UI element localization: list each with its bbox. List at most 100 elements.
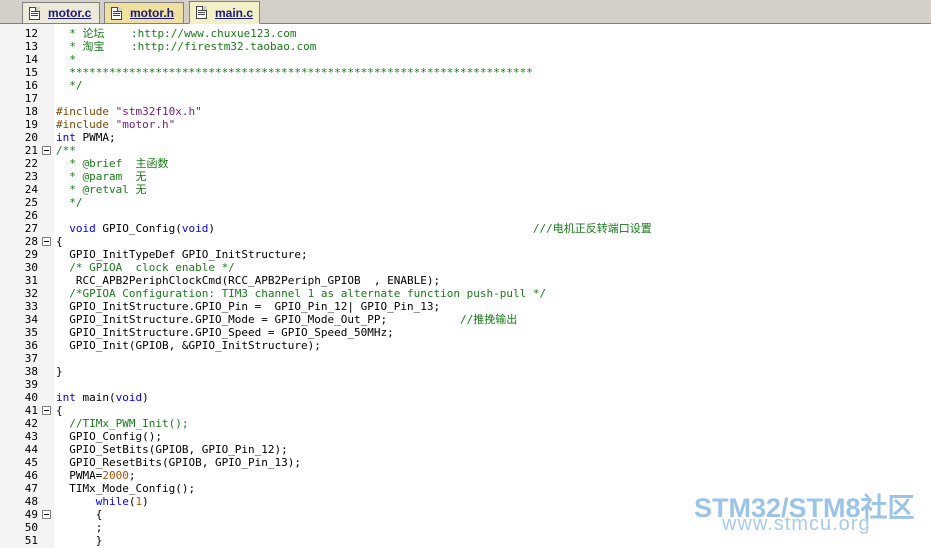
code-text: * 论坛 :http://www.chuxue123.com bbox=[56, 27, 296, 40]
code-text: //TIMx_PWM_Init(); bbox=[56, 417, 188, 430]
code-token: GPIO_Init(GPIOB, &GPIO_InitStructure); bbox=[56, 339, 321, 352]
line-number: 29 bbox=[24, 248, 38, 261]
code-line[interactable]: 15 *************************************… bbox=[0, 66, 931, 79]
code-text: * @brief 主函数 bbox=[56, 157, 168, 170]
code-text: */ bbox=[56, 79, 82, 92]
line-number: 16 bbox=[24, 79, 38, 92]
code-line[interactable]: 19 #include "motor.h" bbox=[0, 118, 931, 131]
code-line[interactable]: 13 * 淘宝 :http://firestm32.taobao.com bbox=[0, 40, 931, 53]
code-token: 2000 bbox=[102, 469, 129, 482]
code-line[interactable]: 12 * 论坛 :http://www.chuxue123.com bbox=[0, 27, 931, 40]
code-line[interactable]: 46 PWMA=2000; bbox=[0, 469, 931, 482]
code-line[interactable]: 36 GPIO_Init(GPIOB, &GPIO_InitStructure)… bbox=[0, 339, 931, 352]
line-number: 43 bbox=[24, 430, 38, 443]
code-token: GPIO_ResetBits(GPIOB, GPIO_Pin_13); bbox=[56, 456, 302, 469]
fold-toggle-icon[interactable] bbox=[42, 406, 51, 415]
code-line[interactable]: 21 /** bbox=[0, 144, 931, 157]
code-line[interactable]: 44 GPIO_SetBits(GPIOB, GPIO_Pin_12); bbox=[0, 443, 931, 456]
code-token: ; bbox=[56, 521, 103, 534]
code-line[interactable]: 22 * @brief 主函数 bbox=[0, 157, 931, 170]
line-number: 42 bbox=[24, 417, 38, 430]
code-line[interactable]: 24 * @retval 无 bbox=[0, 183, 931, 196]
code-token: "stm32f10x.h" bbox=[115, 105, 202, 118]
code-line[interactable]: 20 int PWMA; bbox=[0, 131, 931, 144]
code-line[interactable]: 45 GPIO_ResetBits(GPIOB, GPIO_Pin_13); bbox=[0, 456, 931, 469]
fold-toggle-icon[interactable] bbox=[42, 237, 51, 246]
code-line[interactable]: 37 bbox=[0, 352, 931, 365]
code-token: * bbox=[56, 53, 76, 66]
code-text: /** bbox=[56, 144, 76, 157]
code-text: GPIO_InitStructure.GPIO_Speed = GPIO_Spe… bbox=[56, 326, 394, 339]
line-number: 51 bbox=[24, 534, 38, 547]
code-editor[interactable]: 12 * 论坛 :http://www.chuxue123.com 13 * 淘宝… bbox=[0, 24, 931, 548]
code-token: void bbox=[181, 222, 209, 235]
code-line[interactable]: 33 GPIO_InitStructure.GPIO_Pin = GPIO_Pi… bbox=[0, 300, 931, 313]
code-line[interactable]: 17 bbox=[0, 92, 931, 105]
code-text: PWMA=2000; bbox=[56, 469, 135, 482]
code-text: GPIO_ResetBits(GPIOB, GPIO_Pin_13); bbox=[56, 456, 301, 469]
h-file-icon bbox=[111, 6, 122, 20]
code-token: TIMx_Mode_Config(); bbox=[56, 482, 196, 495]
c-file-icon bbox=[196, 6, 207, 19]
code-token: * 淘宝 :http://firestm32.taobao.com bbox=[56, 40, 317, 53]
code-line[interactable]: 18 #include "stm32f10x.h" bbox=[0, 105, 931, 118]
line-number: 25 bbox=[24, 196, 38, 209]
line-number: 33 bbox=[24, 300, 38, 313]
code-line[interactable]: 38} bbox=[0, 365, 931, 378]
code-line[interactable]: 43 GPIO_Config(); bbox=[0, 430, 931, 443]
code-token: ///电机正反转端口设置 bbox=[532, 222, 652, 235]
code-line[interactable]: 27 void GPIO_Config(void) ///电机正反转端口设置 bbox=[0, 222, 931, 235]
code-line[interactable]: 23 * @param 无 bbox=[0, 170, 931, 183]
tab-motor-c[interactable]: motor.c bbox=[22, 2, 100, 23]
editor-tab-bar: motor.c motor.h main.c bbox=[0, 0, 931, 24]
code-line[interactable]: 26 bbox=[0, 209, 931, 222]
code-line[interactable]: 32 /*GPIOA Configuration: TIM3 channel 1… bbox=[0, 287, 931, 300]
code-text: ; bbox=[56, 521, 103, 534]
code-line[interactable]: 29 GPIO_InitTypeDef GPIO_InitStructure; bbox=[0, 248, 931, 261]
code-token: void bbox=[115, 391, 143, 404]
code-token: GPIO_InitStructure.GPIO_Speed = GPIO_Spe… bbox=[56, 326, 394, 339]
code-line[interactable]: 35 GPIO_InitStructure.GPIO_Speed = GPIO_… bbox=[0, 326, 931, 339]
code-line[interactable]: 40 int main(void) bbox=[0, 391, 931, 404]
code-text: int PWMA; bbox=[56, 131, 116, 144]
fold-toggle-icon[interactable] bbox=[42, 510, 51, 519]
code-line[interactable]: 31 RCC_APB2PeriphClockCmd(RCC_APB2Periph… bbox=[0, 274, 931, 287]
tab-motor-h[interactable]: motor.h bbox=[104, 2, 184, 23]
line-number: 38 bbox=[24, 365, 38, 378]
line-number: 48 bbox=[24, 495, 38, 508]
code-token: * @retval 无 bbox=[56, 183, 147, 196]
line-number: 45 bbox=[24, 456, 38, 469]
line-number: 30 bbox=[24, 261, 38, 274]
code-line[interactable]: 16 */ bbox=[0, 79, 931, 92]
line-number: 41 bbox=[24, 404, 38, 417]
code-line[interactable]: 42 //TIMx_PWM_Init(); bbox=[0, 417, 931, 430]
code-line[interactable]: 39 bbox=[0, 378, 931, 391]
code-line[interactable]: 41 { bbox=[0, 404, 931, 417]
line-number: 21 bbox=[24, 144, 38, 157]
line-number: 19 bbox=[24, 118, 38, 131]
code-token: * @param 无 bbox=[56, 170, 147, 183]
line-number: 44 bbox=[24, 443, 38, 456]
line-number: 31 bbox=[24, 274, 38, 287]
code-token: //TIMx_PWM_Init(); bbox=[56, 417, 189, 430]
tab-main-c[interactable]: main.c bbox=[189, 1, 260, 24]
code-line[interactable]: 34 GPIO_InitStructure.GPIO_Mode = GPIO_M… bbox=[0, 313, 931, 326]
fold-toggle-icon[interactable] bbox=[42, 146, 51, 155]
code-token: PWMA= bbox=[56, 469, 103, 482]
code-text: * @param 无 bbox=[56, 170, 146, 183]
code-text: GPIO_InitStructure.GPIO_Mode = GPIO_Mode… bbox=[56, 313, 517, 326]
code-token: main( bbox=[75, 391, 116, 404]
code-text: GPIO_Init(GPIOB, &GPIO_InitStructure); bbox=[56, 339, 321, 352]
code-line[interactable]: 30 /* GPIOA clock enable */ bbox=[0, 261, 931, 274]
code-token: /* GPIOA clock enable */ bbox=[56, 261, 235, 274]
line-number: 20 bbox=[24, 131, 38, 144]
line-number: 17 bbox=[24, 92, 38, 105]
code-token: GPIO_InitTypeDef GPIO_InitStructure; bbox=[56, 248, 308, 261]
code-text: */ bbox=[56, 196, 82, 209]
code-line[interactable]: 25 */ bbox=[0, 196, 931, 209]
code-token: void bbox=[56, 222, 96, 235]
code-line[interactable]: 14 * bbox=[0, 53, 931, 66]
code-line[interactable]: 28 { bbox=[0, 235, 931, 248]
code-token: PWMA; bbox=[75, 131, 116, 144]
